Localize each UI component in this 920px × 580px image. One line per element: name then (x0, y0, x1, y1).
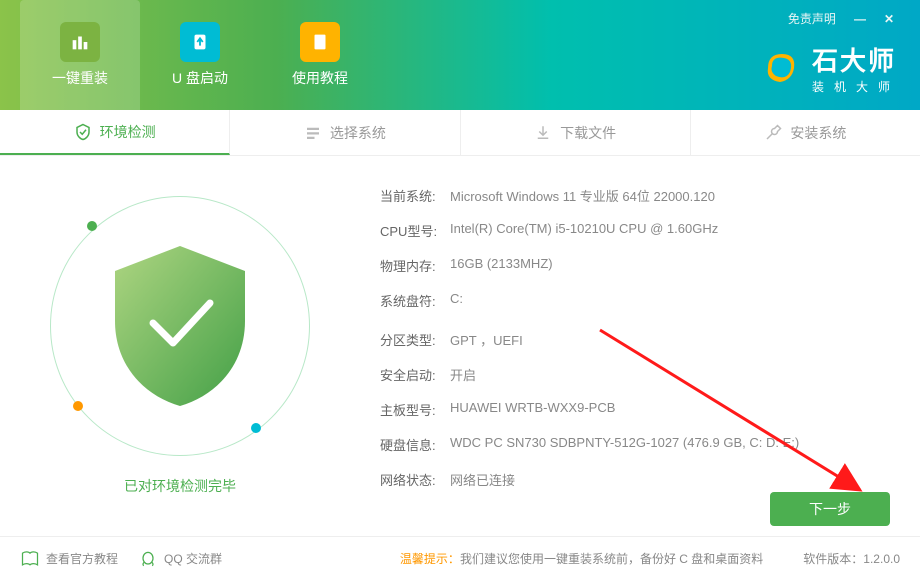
qq-group-link[interactable]: QQ 交流群 (138, 549, 222, 569)
disclaimer-link[interactable]: 免责声明 (788, 10, 836, 27)
step-bar: 环境检测 选择系统 下载文件 安装系统 (0, 110, 920, 156)
info-label: 当前系统: (380, 186, 450, 205)
window-controls: 免责声明 — ✕ (782, 0, 900, 37)
system-info-panel: 当前系统:Microsoft Windows 11 专业版 64位 22000.… (360, 156, 920, 536)
step-label: 环境检测 (100, 122, 156, 142)
tab-label: 一键重装 (52, 68, 108, 88)
orbit-dot (87, 221, 97, 231)
info-label: 安全启动: (380, 365, 450, 384)
info-value: 网络已连接 (450, 470, 515, 489)
info-row: 硬盘信息:WDC PC SN730 SDBPNTY-512G-1027 (476… (380, 435, 900, 454)
info-value: WDC PC SN730 SDBPNTY-512G-1027 (476.9 GB… (450, 435, 799, 454)
info-row: 系统盘符:C: (380, 291, 900, 310)
orbit-dot (251, 423, 261, 433)
info-value: C: (450, 291, 463, 310)
step-env-check[interactable]: 环境检测 (0, 110, 230, 155)
app-header: 一键重装 U 盘启动 使用教程 免责声明 — ✕ 石大师 (0, 0, 920, 110)
brand-logo-icon (758, 46, 802, 90)
footer-tip: 温馨提示：我们建议您使用一键重装系统前，备份好 C 盘和桌面资料 (400, 550, 763, 567)
step-label: 选择系统 (330, 123, 386, 143)
step-label: 下载文件 (560, 123, 616, 143)
info-value: 开启 (450, 365, 476, 384)
tab-tutorial[interactable]: 使用教程 (260, 0, 380, 110)
shield-check-icon (74, 123, 92, 141)
minimize-button[interactable]: — (854, 12, 866, 26)
info-row: 物理内存:16GB (2133MHZ) (380, 256, 900, 275)
footer: 查看官方教程 QQ 交流群 温馨提示：我们建议您使用一键重装系统前，备份好 C … (0, 536, 920, 580)
info-label: 系统盘符: (380, 291, 450, 310)
tab-label: U 盘启动 (172, 68, 228, 88)
orbit-dot (73, 401, 83, 411)
shield-icon (105, 241, 255, 411)
brand-subtitle: 装机大师 (812, 78, 900, 95)
chart-bar-icon (60, 22, 100, 62)
header-tabs: 一键重装 U 盘启动 使用教程 (0, 0, 380, 110)
link-label: QQ 交流群 (164, 550, 222, 567)
info-row: 分区类型:GPT ，UEFI (380, 330, 900, 349)
tab-usb-boot[interactable]: U 盘启动 (140, 0, 260, 110)
orbit-ring (50, 196, 310, 456)
qq-icon (138, 549, 158, 569)
step-label: 安装系统 (790, 123, 846, 143)
tip-text: 我们建议您使用一键重装系统前，备份好 C 盘和桌面资料 (460, 552, 763, 566)
env-check-status: 已对环境检测完毕 (124, 476, 236, 496)
info-row: 当前系统:Microsoft Windows 11 专业版 64位 22000.… (380, 186, 900, 205)
info-label: 分区类型: (380, 330, 450, 349)
brand: 石大师 装机大师 (758, 41, 900, 95)
info-value: Microsoft Windows 11 专业版 64位 22000.120 (450, 186, 715, 205)
tip-label: 温馨提示： (400, 552, 460, 566)
info-value: Intel(R) Core(TM) i5-10210U CPU @ 1.60GH… (450, 221, 718, 240)
header-right: 免责声明 — ✕ 石大师 装机大师 (758, 0, 900, 110)
info-row: 网络状态:网络已连接 (380, 470, 900, 489)
next-button[interactable]: 下一步 (770, 492, 890, 526)
list-icon (304, 124, 322, 142)
official-tutorial-link[interactable]: 查看官方教程 (20, 549, 118, 569)
info-label: CPU型号: (380, 221, 450, 240)
info-row: CPU型号:Intel(R) Core(TM) i5-10210U CPU @ … (380, 221, 900, 240)
info-row: 安全启动:开启 (380, 365, 900, 384)
usb-icon (180, 22, 220, 62)
tab-reinstall[interactable]: 一键重装 (20, 0, 140, 110)
info-label: 硬盘信息: (380, 435, 450, 454)
link-label: 查看官方教程 (46, 550, 118, 567)
info-value: HUAWEI WRTB-WXX9-PCB (450, 400, 615, 419)
info-value: GPT ，UEFI (450, 330, 523, 349)
shield-panel: 已对环境检测完毕 (0, 156, 360, 536)
footer-version: 软件版本：1.2.0.0 (803, 550, 900, 567)
book-icon (300, 22, 340, 62)
info-label: 主板型号: (380, 400, 450, 419)
brand-title: 石大师 (812, 41, 900, 78)
version-label: 软件版本： (803, 552, 863, 566)
info-row: 主板型号:HUAWEI WRTB-WXX9-PCB (380, 400, 900, 419)
book-open-icon (20, 549, 40, 569)
step-install[interactable]: 安装系统 (691, 110, 920, 155)
tab-label: 使用教程 (292, 68, 348, 88)
close-button[interactable]: ✕ (884, 12, 894, 26)
download-icon (534, 124, 552, 142)
info-value: 16GB (2133MHZ) (450, 256, 553, 275)
step-select-system[interactable]: 选择系统 (230, 110, 460, 155)
step-download[interactable]: 下载文件 (461, 110, 691, 155)
version-value: 1.2.0.0 (863, 552, 900, 566)
content-area: 已对环境检测完毕 当前系统:Microsoft Windows 11 专业版 6… (0, 156, 920, 536)
wrench-icon (764, 124, 782, 142)
info-label: 网络状态: (380, 470, 450, 489)
info-label: 物理内存: (380, 256, 450, 275)
